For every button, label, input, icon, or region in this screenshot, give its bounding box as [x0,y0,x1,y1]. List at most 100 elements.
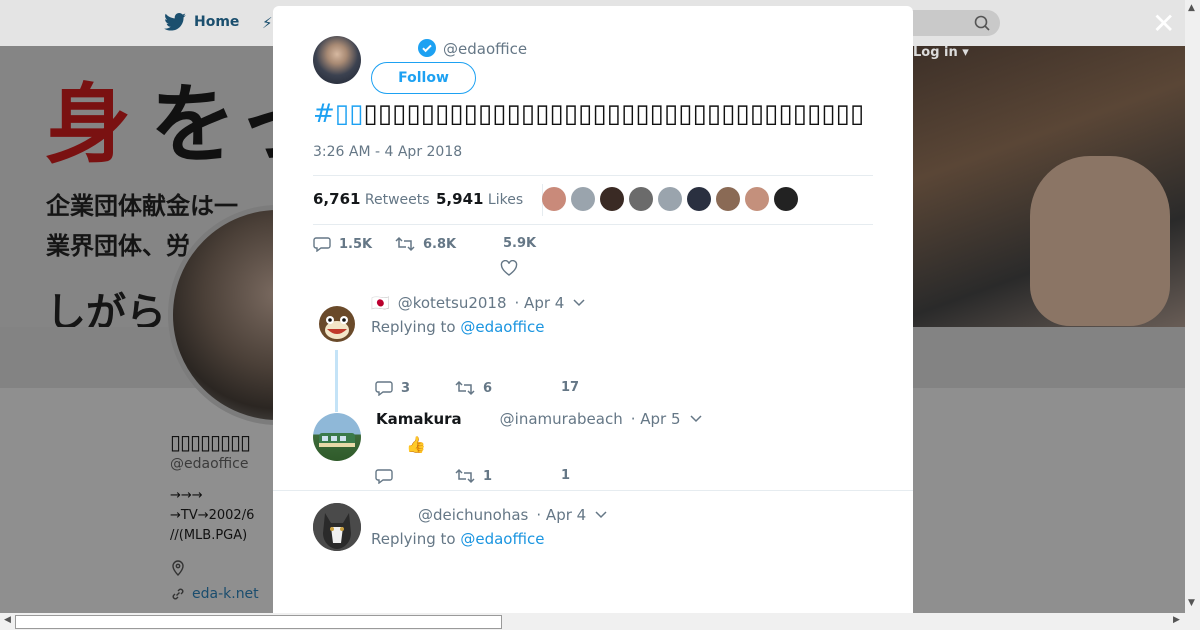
liker-avatar[interactable] [542,187,566,211]
tweet-author-avatar[interactable] [313,36,361,84]
replying-to-link[interactable]: @edaoffice [460,530,544,548]
profile-sidebar: ▯▯▯▯▯▯▯▯ @edaoffice →→→ →TV→2002/6 //(ML… [170,430,275,602]
profile-bio: →→→ →TV→2002/6 //(MLB.PGA) [170,486,275,546]
reply-action[interactable]: 3 [375,380,410,396]
banner-text-line1: 企業団体献金は一 [46,192,238,220]
thread-line [335,350,338,412]
tweet-text: #▯▯▯▯▯▯▯▯▯▯▯▯▯▯▯▯▯▯▯▯▯▯▯▯▯▯▯▯▯▯▯▯▯▯▯▯▯ [313,99,864,129]
bio-line1: →→→ [170,488,203,503]
reply-handle[interactable]: @inamurabeach [500,410,623,428]
reply-text: 👍 [406,435,426,454]
location-row [170,560,275,580]
reply-avatar[interactable] [313,503,361,551]
link-icon [172,588,184,600]
replying-prefix: Replying to [371,318,456,336]
retweets-stat[interactable]: 6,761 Retweets [313,190,430,208]
profile-handle[interactable]: @edaoffice [170,456,275,472]
reply-handle[interactable]: @kotetsu2018 [398,294,507,312]
liker-avatar[interactable] [687,187,711,211]
reply-count: 3 [401,380,411,396]
twitter-bird-icon [164,13,186,31]
replying-to-link[interactable]: @edaoffice [460,318,544,336]
replying-prefix: Replying to [371,530,456,548]
horizontal-scroll-thumb[interactable] [15,615,502,629]
liker-avatar[interactable] [600,187,624,211]
reply-action[interactable] [375,468,401,484]
tweet-stats: 6,761 Retweets 5,941 Likes [313,175,873,225]
reply-icon [313,237,331,252]
bio-line3: //(MLB.PGA) [170,528,248,543]
dog-avatar-icon [313,503,361,551]
website-link[interactable]: eda-k.net [192,586,259,602]
retweets-count: 6,761 [313,190,361,208]
vertical-scrollbar[interactable]: ▲ ▼ [1185,0,1200,613]
reply-name[interactable]: Kamakura [376,410,462,428]
scroll-up-arrow[interactable]: ▲ [1188,3,1195,13]
nav-home-label: Home [194,14,240,30]
reply-meta: @deichunohas · Apr 4 [418,506,608,524]
tweet-modal: @edaoffice Follow #▯▯▯▯▯▯▯▯▯▯▯▯▯▯▯▯▯▯▯▯▯… [273,6,913,616]
likes-stat[interactable]: 5,941 Likes [436,190,523,208]
scroll-down-arrow[interactable]: ▼ [1188,598,1195,608]
chevron-down-icon[interactable] [572,298,586,308]
tweet-hashtag[interactable]: #▯▯ [313,99,363,129]
like-action[interactable]: 5.9K [503,236,536,251]
close-modal-button[interactable]: ✕ [1152,10,1175,38]
bio-line2: →TV→2002/6 [170,508,255,523]
retweet-count: 1 [483,468,493,484]
retweet-action[interactable]: 1 [455,468,492,484]
like-action[interactable]: 1 [561,468,570,483]
liker-avatar[interactable] [571,187,595,211]
cat-avatar-icon [319,306,355,342]
likes-label: Likes [487,192,524,208]
retweet-count: 6 [483,380,493,396]
train-avatar-icon [319,433,355,447]
scroll-left-arrow[interactable]: ◀ [4,615,11,625]
heart-icon[interactable] [500,260,518,276]
like-action[interactable]: 17 [561,380,579,395]
scroll-right-arrow[interactable]: ▶ [1173,615,1180,625]
retweet-count: 6.8K [423,236,457,252]
replying-to: Replying to @edaoffice [371,530,544,548]
likes-count: 5,941 [436,190,484,208]
search-input[interactable] [905,10,1000,36]
liker-avatar[interactable] [716,187,740,211]
location-pin-icon [172,560,184,576]
retweet-icon [455,468,475,484]
search-icon[interactable] [974,15,990,31]
reply-action[interactable]: 1.5K [313,236,372,252]
retweet-action[interactable]: 6 [455,380,492,396]
follow-button[interactable]: Follow [371,62,476,94]
liker-avatar[interactable] [745,187,769,211]
retweets-label: Retweets [364,192,430,208]
reply-meta: 🇯🇵 @kotetsu2018 · Apr 4 [371,294,586,312]
reply-date[interactable]: · Apr 4 [515,294,565,312]
like-count: 17 [561,380,580,395]
likers-avatars [542,187,798,211]
reply-icon [375,381,393,396]
flag-icon: 🇯🇵 [371,294,390,312]
banner-kanji-red: 身 [45,75,131,175]
liker-avatar[interactable] [629,187,653,211]
liker-avatar[interactable] [658,187,682,211]
chevron-down-icon[interactable] [689,414,703,424]
retweet-action[interactable]: 6.8K [395,236,456,252]
reply-handle[interactable]: @deichunohas [418,506,528,524]
reply-avatar[interactable] [313,298,361,346]
reply-divider [273,490,913,491]
chevron-down-icon[interactable] [594,510,608,520]
reply-date[interactable]: · Apr 4 [536,506,586,524]
reply-icon [375,469,393,484]
retweet-icon [455,380,475,396]
horizontal-scrollbar[interactable]: ◀ ▶ [0,613,1200,630]
moments-icon[interactable]: ⚡ [262,14,273,32]
profile-name[interactable]: ▯▯▯▯▯▯▯▯ [170,430,275,454]
tweet-author-handle[interactable]: @edaoffice [443,40,527,58]
nav-home-link[interactable]: Home [164,13,239,31]
login-link[interactable]: Log in ▾ [913,45,969,60]
reply-date[interactable]: · Apr 5 [631,410,681,428]
tweet-timestamp[interactable]: 3:26 AM - 4 Apr 2018 [313,144,462,160]
reply-avatar[interactable] [313,413,361,461]
website-row: eda-k.net [170,586,275,602]
liker-avatar[interactable] [774,187,798,211]
